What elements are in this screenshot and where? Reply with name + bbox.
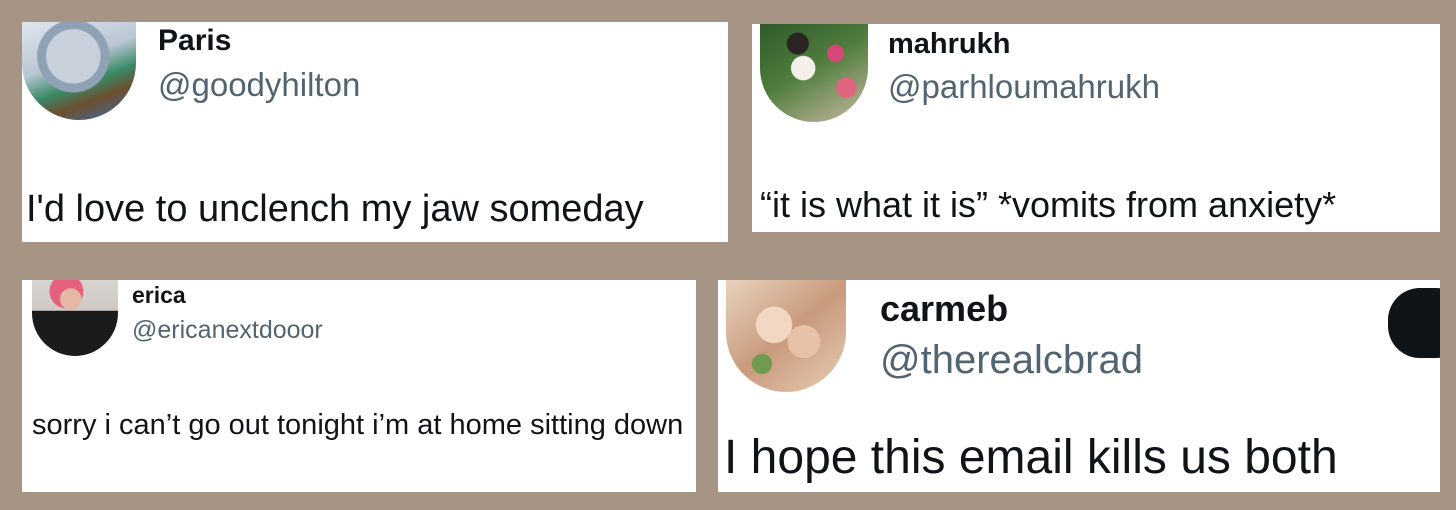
tweet-card-mahrukh[interactable]: mahrukh @parhloumahrukh “it is what it i… <box>752 24 1440 232</box>
avatar[interactable] <box>760 24 868 122</box>
tweet-card-paris[interactable]: Paris @goodyhilton I'd love to unclench … <box>22 22 728 242</box>
display-name[interactable]: carmeb <box>880 288 1008 330</box>
tweet-card-erica[interactable]: erica @ericanextdooor sorry i can’t go o… <box>22 280 696 492</box>
avatar[interactable] <box>22 22 136 120</box>
user-handle[interactable]: @goodyhilton <box>158 66 360 104</box>
tweet-text: sorry i can’t go out tonight i’m at home… <box>32 409 684 441</box>
user-handle[interactable]: @ericanextdooor <box>132 316 323 345</box>
user-handle[interactable]: @parhloumahrukh <box>888 68 1160 106</box>
tweet-text: I hope this email kills us both <box>724 431 1338 484</box>
tweet-text: I'd love to unclench my jaw someday <box>26 188 644 230</box>
user-handle[interactable]: @therealcbrad <box>880 338 1143 383</box>
follow-button[interactable] <box>1388 288 1440 358</box>
avatar[interactable] <box>726 280 846 392</box>
tweet-card-carmeb[interactable]: carmeb @therealcbrad I hope this email k… <box>718 280 1440 492</box>
avatar[interactable] <box>32 280 118 356</box>
display-name[interactable]: mahrukh <box>888 28 1010 61</box>
display-name[interactable]: Paris <box>158 24 231 58</box>
tweet-text: “it is what it is” *vomits from anxiety* <box>760 184 1337 225</box>
display-name[interactable]: erica <box>132 282 186 309</box>
